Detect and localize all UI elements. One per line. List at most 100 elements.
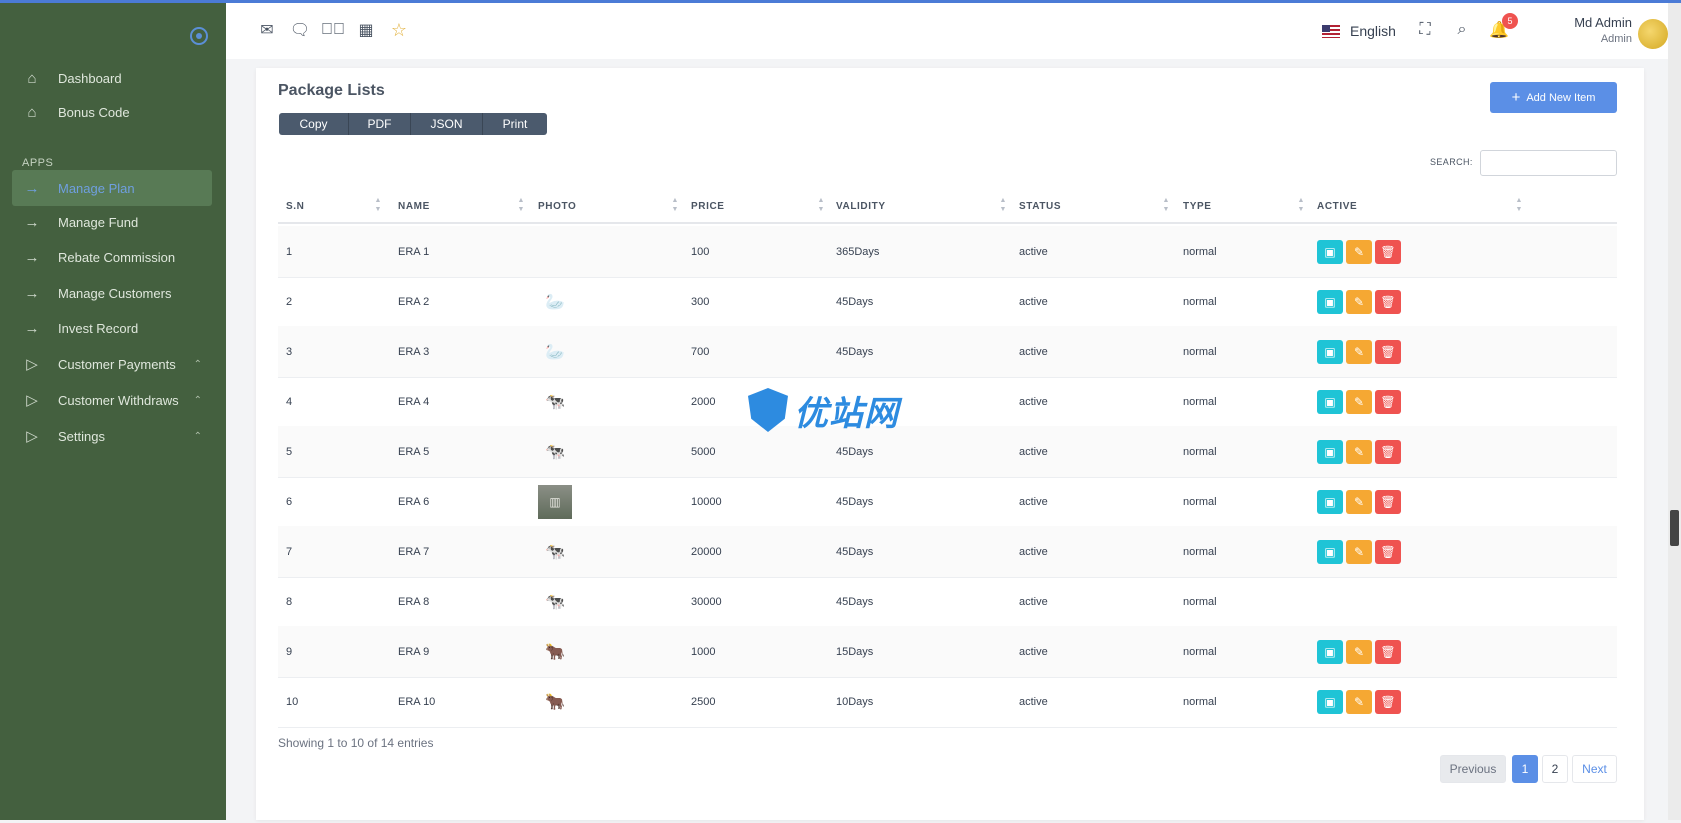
- column-header-type[interactable]: TYPE: [1183, 188, 1212, 224]
- sort-icon[interactable]: ▲ ▼: [1296, 196, 1306, 214]
- calendar-icon[interactable]: ▦: [355, 19, 377, 41]
- table-row: 6 ERA 6 ▥ 10000 45Days active normal ▣ ✎ 🗑: [278, 476, 1617, 528]
- pdf-button[interactable]: PDF: [349, 113, 411, 135]
- mail-icon[interactable]: ✉: [256, 19, 278, 41]
- sort-icon[interactable]: ▲ ▼: [1161, 196, 1171, 214]
- edit-button[interactable]: ✎: [1346, 540, 1372, 564]
- delete-button[interactable]: 🗑: [1375, 440, 1401, 464]
- sort-icon[interactable]: ▲ ▼: [816, 196, 826, 214]
- clipboard-icon: ▣: [1324, 495, 1336, 509]
- sidebar-item-settings[interactable]: ▷ Settings ⌃: [12, 418, 212, 454]
- sidebar-item-manage-customers[interactable]: → Manage Customers: [12, 275, 212, 311]
- cell-price: 1000: [691, 646, 716, 658]
- trash-icon: 🗑: [1380, 495, 1396, 509]
- sidebar-item-bonus-code[interactable]: ⌂ Bonus Code: [12, 94, 212, 130]
- cell-price: 2000: [691, 396, 716, 408]
- sidebar-item-manage-plan[interactable]: → Manage Plan: [12, 170, 212, 206]
- view-button[interactable]: ▣: [1317, 540, 1343, 564]
- column-header-name[interactable]: NAME: [398, 188, 430, 224]
- play-icon: ▷: [26, 428, 38, 445]
- pagination-page-1[interactable]: 1: [1512, 755, 1538, 783]
- sidebar-item-rebate-commission[interactable]: → Rebate Commission: [12, 239, 212, 275]
- column-header-active[interactable]: ACTIVE: [1317, 188, 1357, 224]
- view-button[interactable]: ▣: [1317, 240, 1343, 264]
- json-button[interactable]: JSON: [411, 113, 483, 135]
- cell-price: 100: [691, 246, 710, 258]
- edit-button[interactable]: ✎: [1346, 640, 1372, 664]
- column-header-sn[interactable]: S.N: [286, 188, 304, 224]
- sidebar-item-customer-payments[interactable]: ▷ Customer Payments ⌃: [12, 346, 212, 382]
- edit-button[interactable]: ✎: [1346, 240, 1372, 264]
- delete-button[interactable]: 🗑: [1375, 490, 1401, 514]
- edit-button[interactable]: ✎: [1346, 690, 1372, 714]
- fullscreen-icon[interactable]: ⛶: [1414, 19, 1436, 41]
- sidebar-item-label: Bonus Code: [58, 104, 130, 120]
- cell-photo: [538, 226, 572, 278]
- delete-button[interactable]: 🗑: [1375, 390, 1401, 414]
- view-button[interactable]: ▣: [1317, 640, 1343, 664]
- page-scrollbar[interactable]: [1668, 3, 1681, 820]
- cell-status: active: [1019, 396, 1048, 408]
- table-row: 1 ERA 1 100 365Days active normal ▣ ✎ 🗑: [278, 226, 1617, 278]
- package-photo: 🐄: [545, 394, 565, 411]
- sort-icon[interactable]: ▲ ▼: [516, 196, 526, 214]
- sidebar-item-dashboard[interactable]: ⌂ Dashboard: [12, 60, 212, 96]
- cell-status: active: [1019, 296, 1048, 308]
- sidebar-item-customer-withdraws[interactable]: ▷ Customer Withdraws ⌃: [12, 382, 212, 418]
- search-input[interactable]: [1480, 150, 1617, 176]
- delete-button[interactable]: 🗑: [1375, 640, 1401, 664]
- pagination-previous[interactable]: Previous: [1440, 755, 1506, 783]
- column-header-price[interactable]: PRICE: [691, 188, 725, 224]
- arrow-right-icon: →: [24, 213, 40, 231]
- view-button[interactable]: ▣: [1317, 490, 1343, 514]
- arrow-right-icon: →: [24, 284, 40, 302]
- cell-validity: 45Days: [836, 546, 874, 558]
- showing-entries-text: Showing 1 to 10 of 14 entries: [278, 736, 434, 750]
- edit-button[interactable]: ✎: [1346, 290, 1372, 314]
- star-icon[interactable]: ☆: [388, 19, 410, 41]
- column-header-status[interactable]: STATUS: [1019, 188, 1061, 224]
- cell-validity: 45Days: [836, 496, 874, 508]
- view-button[interactable]: ▣: [1317, 690, 1343, 714]
- view-button[interactable]: ▣: [1317, 290, 1343, 314]
- delete-button[interactable]: 🗑: [1375, 290, 1401, 314]
- avatar[interactable]: [1638, 19, 1668, 49]
- sort-icon[interactable]: ▲ ▼: [998, 196, 1008, 214]
- search-icon[interactable]: ⌕: [1451, 19, 1473, 41]
- edit-button[interactable]: ✎: [1346, 490, 1372, 514]
- edit-button[interactable]: ✎: [1346, 440, 1372, 464]
- sort-icon[interactable]: ▲ ▼: [670, 196, 680, 214]
- check-circle-icon[interactable]: ✓⃝: [321, 19, 345, 41]
- edit-button[interactable]: ✎: [1346, 340, 1372, 364]
- sort-icon[interactable]: ▲ ▼: [373, 196, 383, 214]
- view-button[interactable]: ▣: [1317, 390, 1343, 414]
- cell-price: 10000: [691, 496, 722, 508]
- language-selector[interactable]: English: [1322, 21, 1396, 41]
- user-name[interactable]: Md Admin: [1526, 15, 1632, 30]
- sidebar-toggle-icon[interactable]: [190, 27, 208, 45]
- cell-type: normal: [1183, 446, 1217, 458]
- cell-sn: 1: [286, 246, 293, 258]
- sidebar-item-invest-record[interactable]: → Invest Record: [12, 310, 212, 346]
- column-header-photo[interactable]: PHOTO: [538, 188, 576, 224]
- delete-button[interactable]: 🗑: [1375, 690, 1401, 714]
- sort-icon[interactable]: ▲ ▼: [1514, 196, 1524, 214]
- trash-icon: 🗑: [1380, 445, 1396, 459]
- copy-button[interactable]: Copy: [279, 113, 349, 135]
- chat-icon[interactable]: 🗨: [289, 19, 311, 41]
- delete-button[interactable]: 🗑: [1375, 240, 1401, 264]
- scrollbar-thumb[interactable]: [1670, 510, 1679, 546]
- table-row: 9 ERA 9 🐂 1000 15Days active normal ▣ ✎ 🗑: [278, 626, 1617, 678]
- add-new-item-button[interactable]: + Add New Item: [1490, 82, 1617, 113]
- column-header-validity[interactable]: VALIDITY: [836, 188, 886, 224]
- view-button[interactable]: ▣: [1317, 440, 1343, 464]
- view-button[interactable]: ▣: [1317, 340, 1343, 364]
- pagination-next[interactable]: Next: [1572, 755, 1617, 783]
- brand[interactable]: [16, 27, 226, 57]
- sidebar-item-manage-fund[interactable]: → Manage Fund: [12, 204, 212, 240]
- edit-button[interactable]: ✎: [1346, 390, 1372, 414]
- delete-button[interactable]: 🗑: [1375, 540, 1401, 564]
- pagination-page-2[interactable]: 2: [1542, 755, 1568, 783]
- delete-button[interactable]: 🗑: [1375, 340, 1401, 364]
- print-button[interactable]: Print: [483, 113, 547, 135]
